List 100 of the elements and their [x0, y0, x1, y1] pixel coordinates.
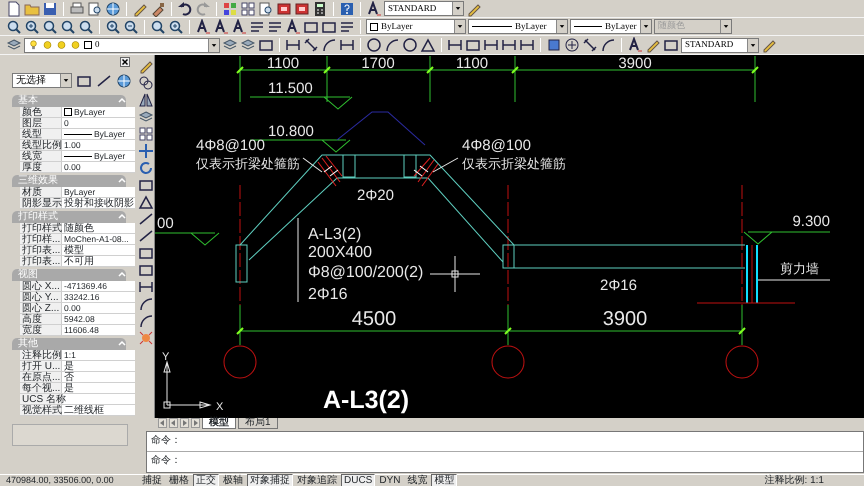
dimension-style-dropdown[interactable]: STANDARD [681, 38, 759, 52]
status-toggle[interactable]: 对象追踪 [294, 474, 340, 486]
zoom-icon[interactable] [78, 18, 94, 34]
dimension-icon[interactable] [138, 279, 154, 295]
circle-icon[interactable] [366, 37, 382, 53]
property-row[interactable]: 打印样式 随颜色 [20, 223, 135, 234]
line-icon[interactable] [138, 228, 154, 244]
status-toggle[interactable]: 正交 [193, 474, 219, 486]
zoom-icon[interactable] [42, 18, 58, 34]
text-style-icon[interactable] [213, 18, 229, 34]
status-toggle[interactable]: DYN [376, 474, 404, 486]
zoom-in-icon[interactable] [24, 18, 40, 34]
line-icon[interactable] [96, 72, 112, 88]
status-toggle[interactable]: 对象捕捉 [247, 474, 293, 486]
layout-tab[interactable]: 模型 [202, 418, 236, 429]
annotation-scale-text[interactable]: 注释比例: 1:1 [764, 473, 864, 486]
status-toggle[interactable]: 线宽 [404, 474, 430, 486]
text-style-dropdown[interactable]: STANDARD [384, 1, 464, 16]
color-dropdown[interactable]: ByLayer [366, 19, 466, 34]
property-row[interactable]: 厚度 0.00 [20, 162, 135, 173]
property-row[interactable]: 圆心 Z... 0.00 [20, 303, 135, 314]
layout-tab[interactable]: 布局1 [238, 418, 278, 429]
scroll-right-icon[interactable] [180, 418, 189, 428]
printer-icon[interactable] [69, 0, 85, 16]
calculator-icon[interactable] [312, 0, 328, 16]
zoom-in-icon[interactable] [168, 18, 184, 34]
caret-icon[interactable] [556, 20, 567, 33]
globe-icon[interactable] [116, 72, 132, 88]
text-style-icon[interactable] [366, 0, 382, 16]
status-toggle[interactable]: 捕捉 [139, 474, 165, 486]
circle-icon[interactable] [402, 37, 418, 53]
property-row[interactable]: 线型 ByLayer [20, 129, 135, 140]
property-row[interactable]: 视觉样式 二维线框 [20, 405, 135, 416]
status-toggle[interactable]: 模型 [431, 474, 458, 486]
caret-icon[interactable] [452, 2, 463, 15]
arc-icon[interactable] [321, 37, 337, 53]
dimension-icon[interactable] [501, 37, 517, 53]
caret-icon[interactable] [208, 38, 219, 52]
center-mark-icon[interactable] [564, 37, 580, 53]
grid-icon[interactable] [138, 126, 154, 142]
rotate-icon[interactable] [138, 160, 154, 176]
property-row[interactable]: 图层 0 [20, 118, 135, 129]
preview-icon[interactable] [258, 0, 274, 16]
cube-icon[interactable] [546, 37, 562, 53]
zoom-in-icon[interactable] [105, 18, 121, 34]
zoom-icon[interactable] [150, 18, 166, 34]
lineweight-dropdown[interactable]: ByLayer [570, 19, 652, 34]
selection-dropdown[interactable]: 无选择 [12, 73, 72, 88]
property-row[interactable]: 圆心 X... -471369.46 [20, 281, 135, 292]
property-row[interactable]: 打印表... 模型 [20, 245, 135, 256]
close-icon[interactable] [120, 57, 130, 67]
text-style-icon[interactable] [285, 18, 301, 34]
arc-icon[interactable] [384, 37, 400, 53]
zoom-icon[interactable] [6, 18, 22, 34]
triangle-icon[interactable] [420, 37, 436, 53]
sheet-icon[interactable] [294, 0, 310, 16]
circles-icon[interactable] [138, 75, 154, 91]
property-row[interactable]: 线型比例 1.00 [20, 140, 135, 151]
property-row[interactable]: 线宽 ByLayer [20, 151, 135, 162]
command-prompt[interactable]: 命令： [151, 455, 181, 466]
arc-icon[interactable] [138, 296, 154, 312]
save-icon[interactable] [42, 0, 58, 16]
diagonal-dimension-icon[interactable] [582, 37, 598, 53]
caret-icon[interactable] [640, 20, 651, 33]
dimension-icon[interactable] [483, 37, 499, 53]
dimension-icon[interactable] [519, 37, 535, 53]
sheet-icon[interactable] [276, 0, 292, 16]
linetype-dropdown[interactable]: ByLayer [468, 19, 568, 34]
text-style-icon[interactable] [231, 18, 247, 34]
scroll-left-icon[interactable] [158, 418, 167, 428]
property-row[interactable]: 材质 ByLayer [20, 187, 135, 198]
caret-icon[interactable] [747, 38, 758, 52]
scroll-right-icon[interactable] [191, 418, 200, 428]
arc-icon[interactable] [138, 313, 154, 329]
new-document-icon[interactable] [6, 0, 22, 16]
status-toggle[interactable]: 栅格 [166, 474, 192, 486]
property-row[interactable]: UCS 名称 [20, 394, 135, 405]
property-row[interactable]: 宽度 11606.48 [20, 325, 135, 336]
diagonal-dimension-icon[interactable] [303, 37, 319, 53]
triangle-icon[interactable] [138, 194, 154, 210]
dimension-icon[interactable] [447, 37, 463, 53]
caret-icon[interactable] [60, 74, 71, 87]
property-row[interactable]: 打印样... MoChen-A1-08... [20, 234, 135, 245]
help-icon[interactable] [339, 0, 355, 16]
status-toggle[interactable]: DUCS [341, 474, 376, 486]
zoom-out-icon[interactable] [123, 18, 139, 34]
property-row[interactable]: 注释比例 1:1 [20, 350, 135, 361]
grid-icon[interactable] [240, 0, 256, 16]
property-row[interactable]: 每个视... 是 [20, 383, 135, 394]
property-row[interactable]: 阴影显示 投射和接收阴影 [20, 198, 135, 209]
zoom-icon[interactable] [60, 18, 76, 34]
move-icon[interactable] [138, 143, 154, 159]
property-row[interactable]: 在原点... 否 [20, 372, 135, 383]
property-row[interactable]: 圆心 Y... 33242.16 [20, 292, 135, 303]
property-row[interactable]: 高度 5942.08 [20, 314, 135, 325]
property-row[interactable]: 打印表... 不可用 [20, 256, 135, 267]
arc-icon[interactable] [600, 37, 616, 53]
property-row[interactable]: 打开 U... 是 [20, 361, 135, 372]
status-toggle[interactable]: 极轴 [220, 474, 246, 486]
preview-icon[interactable] [87, 0, 103, 16]
